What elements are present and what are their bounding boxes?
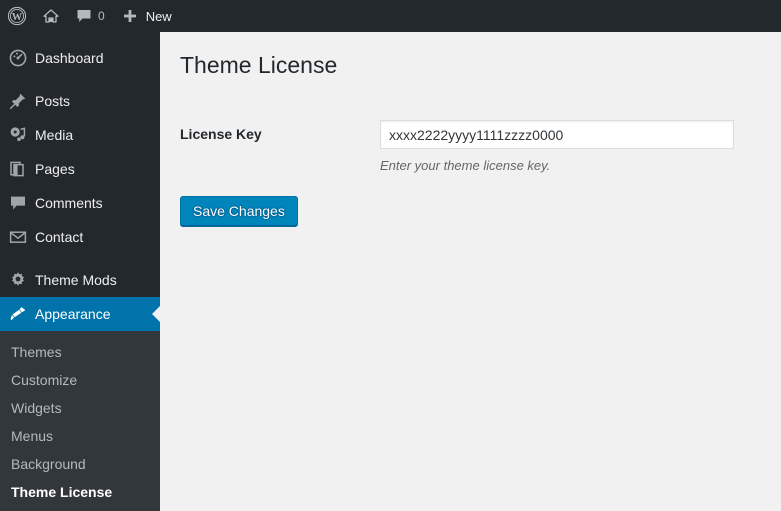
theme-license-form: License Key Enter your theme license key… xyxy=(180,111,761,227)
main-content-area: Theme License License Key Enter your the… xyxy=(160,32,781,511)
site-name-home-menu[interactable] xyxy=(34,0,68,32)
sidebar-item-dashboard[interactable]: Dashboard xyxy=(0,41,160,75)
gear-icon xyxy=(9,271,35,289)
wordpress-logo-icon: W xyxy=(7,6,27,26)
submit-row: Save Changes xyxy=(180,195,761,227)
wordpress-logo-menu[interactable]: W xyxy=(0,0,34,32)
sidebar-item-label: Theme Mods xyxy=(35,272,117,288)
submenu-item-background[interactable]: Background xyxy=(0,450,160,478)
sidebar-item-contact[interactable]: Contact xyxy=(0,220,160,254)
sidebar-item-comments[interactable]: Comments xyxy=(0,186,160,220)
admin-bar: W 0 New xyxy=(0,0,781,32)
comment-bubble-icon xyxy=(76,8,92,24)
comments-menu[interactable]: 0 xyxy=(68,0,113,32)
pages-icon xyxy=(9,160,35,178)
sidebar-item-media[interactable]: Media xyxy=(0,118,160,152)
svg-text:W: W xyxy=(12,12,23,23)
comment-bubble-icon xyxy=(9,194,35,212)
table-row: License Key Enter your theme license key… xyxy=(180,111,761,195)
license-key-input[interactable] xyxy=(380,120,734,149)
sidebar-item-appearance[interactable]: Appearance xyxy=(0,297,160,331)
submenu-item-themes[interactable]: Themes xyxy=(0,338,160,366)
sidebar-item-label: Dashboard xyxy=(35,50,104,66)
submenu-item-menus[interactable]: Menus xyxy=(0,422,160,450)
media-icon xyxy=(9,126,35,144)
menu-top-spacer xyxy=(0,32,160,41)
plus-icon xyxy=(121,7,139,25)
paintbrush-icon xyxy=(9,305,35,323)
menu-separator xyxy=(0,254,160,263)
settings-form-table: License Key Enter your theme license key… xyxy=(180,111,761,195)
submenu-item-customize[interactable]: Customize xyxy=(0,366,160,394)
new-content-menu[interactable]: New xyxy=(113,0,180,32)
sidebar-item-label: Comments xyxy=(35,195,103,211)
admin-sidebar-menu: Dashboard Posts Media Pages Comments Con… xyxy=(0,32,160,511)
save-changes-button[interactable]: Save Changes xyxy=(180,196,298,227)
sidebar-item-posts[interactable]: Posts xyxy=(0,84,160,118)
menu-separator xyxy=(0,75,160,84)
home-icon xyxy=(42,7,60,25)
submenu-item-theme-license[interactable]: Theme License xyxy=(0,478,160,506)
license-key-label: License Key xyxy=(180,126,262,142)
submenu-item-widgets[interactable]: Widgets xyxy=(0,394,160,422)
dashboard-icon xyxy=(9,49,35,67)
pin-icon xyxy=(9,92,35,110)
sidebar-item-label: Appearance xyxy=(35,306,111,322)
appearance-submenu: Themes Customize Widgets Menus Backgroun… xyxy=(0,331,160,511)
sidebar-item-theme-mods[interactable]: Theme Mods xyxy=(0,263,160,297)
license-key-description: Enter your theme license key. xyxy=(380,158,551,173)
sidebar-item-label: Pages xyxy=(35,161,75,177)
sidebar-item-pages[interactable]: Pages xyxy=(0,152,160,186)
new-label: New xyxy=(145,8,172,24)
comments-count: 0 xyxy=(98,9,105,23)
page-title: Theme License xyxy=(180,52,338,78)
sidebar-item-label: Media xyxy=(35,127,74,143)
sidebar-item-label: Contact xyxy=(35,229,84,245)
license-key-field-cell: Enter your theme license key. xyxy=(380,111,761,195)
envelope-icon xyxy=(9,228,35,246)
sidebar-item-label: Posts xyxy=(35,93,71,109)
